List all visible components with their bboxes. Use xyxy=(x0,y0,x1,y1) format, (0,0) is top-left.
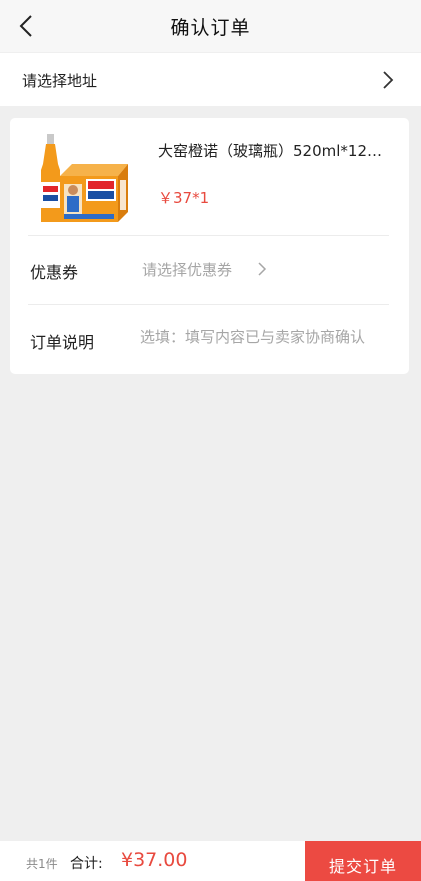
product-image[interactable] xyxy=(24,134,134,224)
order-confirm-page: 确认订单 请选择地址 大窑橙诺（玻璃瓶）520ml*12… ￥37*1 优惠券 … xyxy=(0,0,421,881)
order-note-input[interactable] xyxy=(140,322,390,352)
item-count: 共1件 xyxy=(26,857,58,871)
coupon-selector[interactable]: 优惠券 请选择优惠券 xyxy=(10,236,409,304)
divider xyxy=(28,304,389,305)
submit-order-button[interactable]: 提交订单 xyxy=(305,841,421,881)
nav-bar: 确认订单 xyxy=(0,0,421,52)
chevron-right-icon xyxy=(258,262,267,276)
product-image-graphic xyxy=(41,134,128,222)
page-title: 确认订单 xyxy=(170,17,251,39)
product-title: 大窑橙诺（玻璃瓶）520ml*12… xyxy=(158,142,382,160)
address-selector[interactable]: 请选择地址 xyxy=(0,53,421,106)
checkout-bar: 共1件 合计: ¥37.00 提交订单 xyxy=(0,841,421,881)
product-price: ￥37*1 xyxy=(158,189,210,207)
total-amount: ¥37.00 xyxy=(121,849,188,871)
chevron-right-icon xyxy=(383,71,394,89)
coupon-label: 优惠券 xyxy=(30,263,79,282)
order-card: 大窑橙诺（玻璃瓶）520ml*12… ￥37*1 优惠券 请选择优惠券 订单说明 xyxy=(10,118,409,374)
order-note-label: 订单说明 xyxy=(30,333,95,352)
address-label: 请选择地址 xyxy=(22,72,98,90)
coupon-value: 请选择优惠券 xyxy=(142,261,233,279)
total-label: 合计: xyxy=(70,856,103,872)
